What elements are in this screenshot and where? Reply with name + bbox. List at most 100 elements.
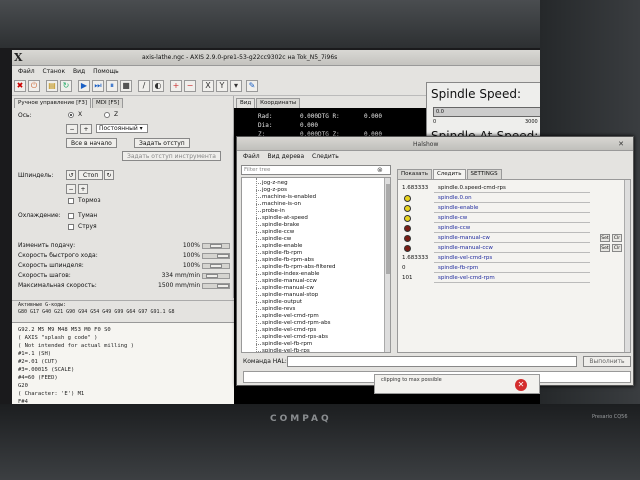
step-icon[interactable]: ⏭ [92, 80, 104, 92]
tree-scrollbar-thumb[interactable] [386, 184, 390, 274]
tree-item[interactable]: spindle-ccw [262, 229, 294, 235]
watch-scrollbar[interactable] [624, 180, 630, 352]
tree-item[interactable]: spindle-output [262, 299, 302, 305]
tree-item[interactable]: spindle-fb-rpm [262, 250, 302, 256]
tab-mdi[interactable]: MDI [F5] [92, 98, 124, 108]
stop-icon[interactable]: ■ [120, 80, 132, 92]
tree-item[interactable]: spindle-vel-fb-rpm [262, 341, 312, 347]
tree-scrollbar[interactable] [384, 178, 390, 352]
spindle-increase-button[interactable]: + [78, 184, 88, 194]
override-slider[interactable] [202, 273, 230, 279]
hal-menu-file[interactable]: Файл [243, 151, 260, 163]
menu-file[interactable]: Файл [18, 66, 35, 78]
zoom-in-icon[interactable]: + [170, 80, 182, 92]
tree-item[interactable]: probe-in [262, 208, 285, 214]
spindle-ccw-button[interactable]: ↺ [66, 170, 76, 180]
open-file-icon[interactable]: ▤ [46, 80, 58, 92]
override-slider-knob[interactable] [210, 244, 222, 248]
tree-item[interactable]: spindle-vel-cmd-rpm [262, 313, 319, 319]
spindle-decrease-button[interactable]: − [66, 184, 76, 194]
optional-stop-icon[interactable]: ◐ [152, 80, 164, 92]
tree-item[interactable]: machine-is-enabled [262, 194, 316, 200]
override-slider-knob[interactable] [217, 284, 229, 288]
view-x-icon[interactable]: X [202, 80, 214, 92]
pause-icon[interactable]: ⏸ [106, 80, 118, 92]
override-slider[interactable] [202, 243, 230, 249]
axis-titlebar[interactable]: X axis-lathe.ngc - AXIS 2.9.0-pre1-53-g2… [12, 50, 540, 66]
override-slider-knob[interactable] [206, 274, 218, 278]
spindle-cw-button[interactable]: ↻ [104, 170, 114, 180]
set-button[interactable]: Set [600, 234, 610, 242]
spindle-stop-button[interactable]: Стоп [78, 170, 104, 180]
hal-command-input[interactable] [287, 356, 577, 367]
tree-item[interactable]: spindle-vel-cmd-rpm-abs [262, 320, 330, 326]
power-icon[interactable]: ⏻ [28, 80, 40, 92]
clear-plot-icon[interactable]: ✎ [246, 80, 258, 92]
tree-branch-line [256, 316, 261, 317]
notification-bubble[interactable]: clipping to max possible ✕ [374, 374, 540, 394]
tree-item[interactable]: spindle-fb-rpm-abs-filtered [262, 264, 336, 270]
tab-preview[interactable]: Вид [236, 98, 256, 108]
touch-off-button[interactable]: Задать отступ [134, 138, 190, 148]
tree-item[interactable]: spindle-index-enable [262, 271, 319, 277]
tree-item[interactable]: spindle-manual-stop [262, 292, 318, 298]
tree-item[interactable]: spindle-fb-rpm-abs [262, 257, 314, 263]
view-dropdown-icon[interactable]: ▾ [230, 80, 242, 92]
clear-filter-icon[interactable]: ⊗ [377, 166, 383, 174]
tool-touch-off-button[interactable]: Задать отступ инструмента [122, 151, 221, 161]
tree-item[interactable]: spindle-vel-cmd-rps-abs [262, 334, 328, 340]
hal-menu-watch[interactable]: Следить [312, 151, 339, 163]
mist-checkbox[interactable] [68, 213, 74, 219]
tree-item[interactable]: jog-z-neg [262, 180, 288, 186]
override-slider[interactable] [202, 263, 230, 269]
tree-branch-line [256, 190, 261, 191]
menu-help[interactable]: Помощь [93, 66, 119, 78]
tree-item[interactable]: spindle-brake [262, 222, 299, 228]
execute-button[interactable]: Выполнить [583, 356, 631, 367]
tree-item[interactable]: spindle-manual-ccw [262, 278, 317, 284]
override-slider[interactable] [202, 283, 230, 289]
estop-icon[interactable]: ✖ [14, 80, 26, 92]
jog-plus-button[interactable]: + [80, 124, 92, 134]
brake-checkbox[interactable] [68, 198, 74, 204]
axis-z-radio[interactable] [104, 112, 110, 118]
axis-x-radio[interactable] [68, 112, 74, 118]
override-slider[interactable] [202, 253, 230, 259]
override-slider-knob[interactable] [217, 254, 229, 258]
gcode-text-panel[interactable]: G92.2 M5 M9 M48 M53 M0 F0 S0 ( AXIS "spla… [12, 322, 234, 404]
reload-icon[interactable]: ↻ [60, 80, 72, 92]
tree-item[interactable]: spindle-vel-fb-rps [262, 348, 310, 352]
tab-show[interactable]: Показать [397, 169, 432, 179]
tree-item[interactable]: spindle-vel-cmd-rps [262, 327, 316, 333]
tree-item[interactable]: spindle-revs [262, 306, 295, 312]
jog-mode-select[interactable]: Постоянный ▾ [96, 124, 148, 133]
tree-item[interactable]: spindle-cw [262, 236, 291, 242]
set-button[interactable]: Set [600, 244, 610, 252]
tab-dro[interactable]: Координаты [256, 98, 301, 108]
override-slider-knob[interactable] [210, 264, 222, 268]
tree-item[interactable]: spindle-enable [262, 243, 302, 249]
hal-menu-tree-view[interactable]: Вид дерева [268, 151, 305, 163]
filter-tree-input[interactable]: Filter tree [241, 165, 391, 175]
view-y-icon[interactable]: Y [216, 80, 228, 92]
tree-item[interactable]: jog-z-pos [262, 187, 287, 193]
tree-branch-line [256, 288, 261, 289]
tree-item[interactable]: spindle-manual-cw [262, 285, 314, 291]
clear-button[interactable]: Clr [612, 234, 622, 242]
tree-item[interactable]: spindle-at-speed [262, 215, 308, 221]
home-all-button[interactable]: Все в начало [66, 138, 117, 148]
tab-manual[interactable]: Ручное управление [F3] [14, 98, 92, 108]
tab-settings[interactable]: SETTINGS [466, 169, 502, 179]
zoom-out-icon[interactable]: − [184, 80, 196, 92]
menu-view[interactable]: Вид [73, 66, 85, 78]
close-icon[interactable]: ✕ [617, 140, 625, 148]
tree-item[interactable]: machine-is-on [262, 201, 301, 207]
flood-checkbox[interactable] [68, 224, 74, 230]
menu-machine[interactable]: Станок [43, 66, 66, 78]
clear-button[interactable]: Clr [612, 244, 622, 252]
run-icon[interactable]: ▶ [78, 80, 90, 92]
halshow-titlebar[interactable]: Halshow ✕ [237, 137, 633, 151]
jog-minus-button[interactable]: − [66, 124, 78, 134]
block-delete-icon[interactable]: / [138, 80, 150, 92]
tab-watch[interactable]: Следить [432, 169, 466, 179]
